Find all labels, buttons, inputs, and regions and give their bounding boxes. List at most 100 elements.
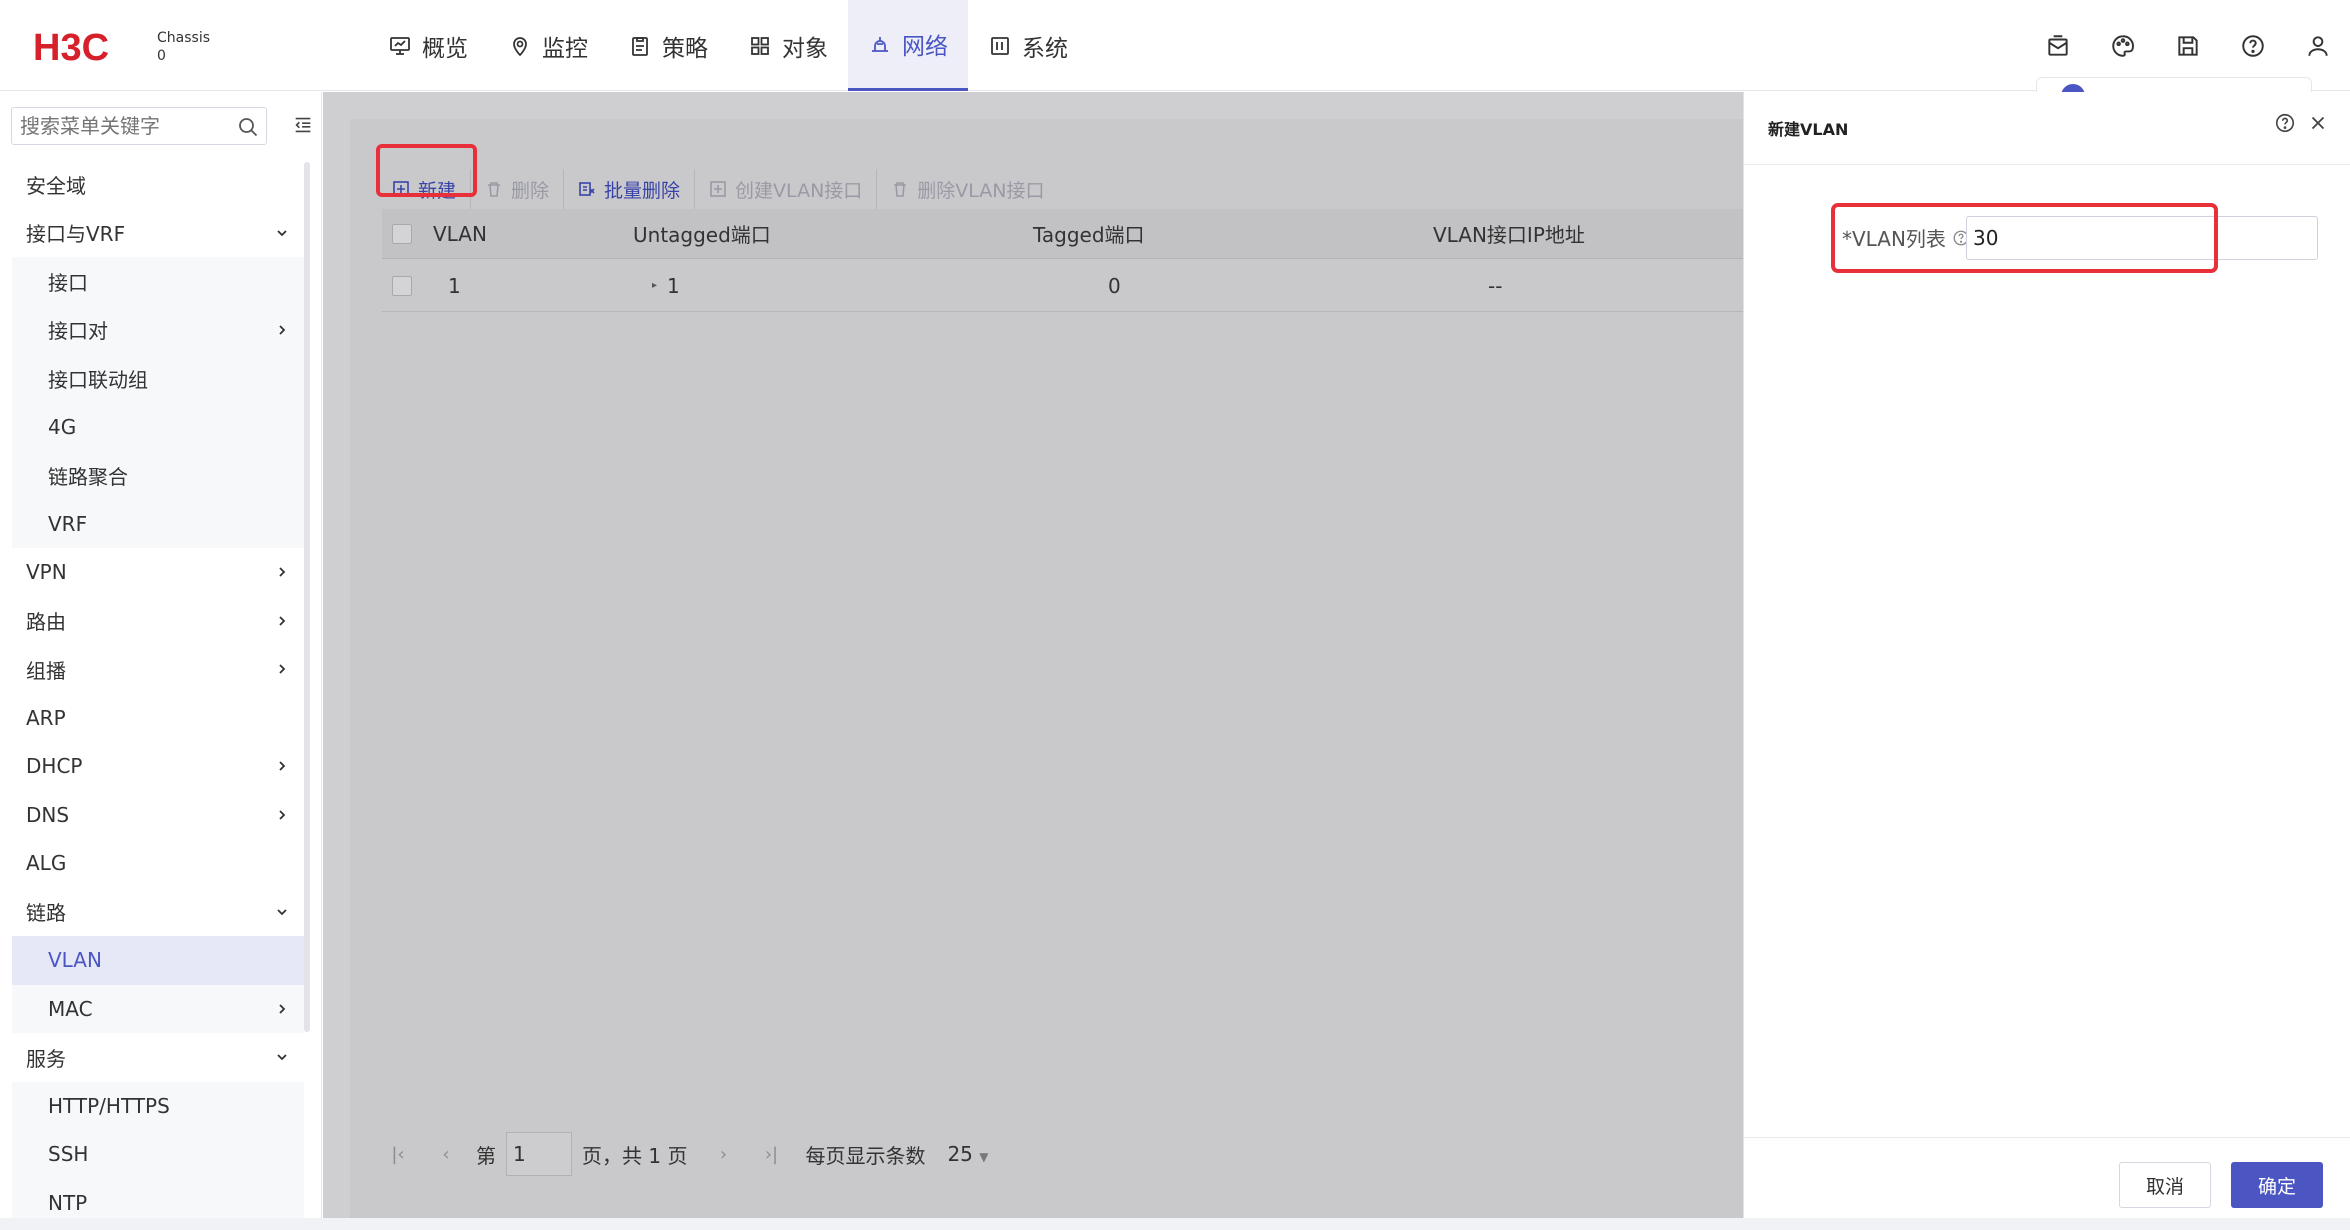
save-icon (2177, 35, 2198, 56)
top-header: H3C Chassis 0 概览 监控 策略 对象 网络 系统 (0, 0, 2350, 91)
column-vlan-ip[interactable]: VLAN接口IP地址 (1433, 219, 1585, 248)
page-prefix: 第 (476, 1143, 496, 1168)
column-tagged[interactable]: Tagged端口 (1033, 219, 1145, 248)
nav-policy[interactable]: 策略 (608, 0, 728, 91)
network-icon (872, 37, 888, 52)
sidebar-item-label: MAC (48, 996, 93, 1021)
sidebar: 安全域接口与VRF 接口接口对接口联动组 4G 链路聚合 VRF VPN 路由组播 ARP DH… (0, 92, 322, 1218)
nav-object-label: 对象 (782, 35, 828, 62)
page-suffix: 页，共 1 页 (582, 1143, 688, 1168)
sidebar-item-label: ARP (26, 705, 66, 730)
sidebar-item[interactable]: 接口 (12, 257, 304, 306)
nav-overview[interactable]: 概览 (368, 0, 488, 91)
chevron-down-icon (277, 230, 287, 237)
clipboard-icon (632, 36, 648, 56)
palette-icon (2111, 34, 2134, 57)
per-page-select[interactable]: 25 ▼ (947, 1142, 988, 1166)
sidebar-item-label: VLAN (48, 948, 102, 973)
chevron-right-icon (279, 810, 286, 820)
nav-network[interactable]: 网络 (848, 0, 968, 91)
vlan-field-highlight (1831, 203, 2218, 273)
first-page-icon[interactable]: |‹ (382, 1144, 414, 1165)
close-icon[interactable] (2307, 112, 2329, 134)
message-icon (2047, 34, 2068, 56)
user-icon (2307, 35, 2328, 56)
sidebar-item[interactable]: ARP (12, 694, 304, 743)
sidebar-item-label: 链路聚合 (48, 464, 128, 489)
plus-square-icon (710, 181, 726, 197)
cell-vlan-ip: -- (1488, 273, 1503, 298)
h3c-logo[interactable]: H3C (33, 28, 148, 66)
search-icon[interactable] (236, 115, 260, 139)
sidebar-item[interactable]: 接口与VRF (12, 209, 304, 258)
trash-icon (488, 182, 501, 197)
cancel-button[interactable]: 取消 (2119, 1162, 2211, 1208)
sidebar-item[interactable]: DNS (12, 791, 304, 840)
create-vlan-interface-button[interactable]: 创建VLAN接口 (695, 169, 878, 209)
confirm-button[interactable]: 确定 (2231, 1162, 2323, 1208)
sidebar-item[interactable]: 接口对 (12, 305, 304, 354)
sidebar-item[interactable]: SSH (12, 1130, 304, 1179)
svg-text:H3C: H3C (33, 28, 109, 66)
expand-caret-icon[interactable]: ▸ (652, 280, 657, 291)
delete-vlan-interface-button[interactable]: 删除VLAN接口 (877, 169, 1058, 209)
prev-page-icon[interactable]: ‹ (430, 1144, 462, 1165)
sidebar-item[interactable]: 组播 (12, 645, 304, 694)
page-number-input[interactable]: 1 (506, 1132, 572, 1176)
sidebar-item[interactable]: 服务 (12, 1033, 304, 1082)
sidebar-item[interactable]: VPN (12, 548, 304, 597)
sidebar-item-label: NTP (48, 1190, 88, 1215)
help-icon (2241, 34, 2264, 57)
nav-policy-label: 策略 (662, 35, 708, 62)
sidebar-item[interactable]: VRF (12, 499, 304, 548)
cell-untagged: ▸ 1 (652, 274, 680, 298)
sidebar-item[interactable]: 链路聚合 (12, 451, 304, 500)
sidebar-item-label: 组播 (26, 658, 66, 683)
monitor-icon (390, 36, 410, 55)
main-nav: 概览 监控 策略 对象 网络 系统 (368, 0, 1088, 91)
sidebar-scrollbar[interactable] (304, 162, 310, 1032)
help-icon[interactable] (2274, 112, 2296, 134)
system-icon (991, 36, 1009, 55)
row-checkbox[interactable] (392, 275, 412, 296)
nav-monitor[interactable]: 监控 (488, 0, 608, 91)
sidebar-item-label: VPN (26, 560, 67, 585)
column-untagged[interactable]: Untagged端口 (633, 219, 771, 248)
drawer-header: 新建VLAN (1744, 92, 2350, 165)
next-page-icon[interactable]: › (707, 1144, 739, 1165)
sidebar-item-label: 路由 (26, 610, 66, 635)
sidebar-item[interactable]: 接口联动组 (12, 354, 304, 403)
collapse-sidebar-icon[interactable] (292, 114, 314, 136)
cell-tagged: 0 (1108, 273, 1121, 298)
delete-button[interactable]: 删除 (471, 169, 565, 209)
sidebar-item-label: 接口与VRF (26, 222, 126, 247)
column-vlan[interactable]: VLAN (433, 222, 487, 246)
nav-system-label: 系统 (1022, 35, 1068, 62)
nav-monitor-label: 监控 (542, 35, 588, 62)
batch-delete-button[interactable]: 批量删除 (564, 169, 696, 209)
table-header: VLAN Untagged端口 Tagged端口 VLAN接口IP地址 (382, 209, 1743, 259)
sidebar-item-label: SSH (48, 1142, 89, 1167)
nav-object[interactable]: 对象 (728, 0, 848, 91)
sidebar-item[interactable]: ALG (12, 839, 304, 888)
sidebar-item[interactable]: 安全域 (12, 160, 304, 209)
sidebar-item[interactable]: NTP (12, 1178, 304, 1218)
bottom-strip (0, 1218, 2350, 1230)
select-all-checkbox[interactable] (392, 223, 412, 244)
sidebar-item[interactable]: 路由 (12, 597, 304, 646)
sidebar-item[interactable]: VLAN (12, 936, 304, 985)
sidebar-item[interactable]: MAC (12, 984, 304, 1033)
grid-icon (751, 36, 769, 55)
nav-system[interactable]: 系统 (968, 0, 1088, 91)
chevron-right-icon (279, 664, 286, 674)
main-content: 新建 删除 批量删除 创建VLAN接口 删除VLAN接口 VLAN Untagg… (323, 92, 1743, 1218)
device-label: Chassis 0 (157, 30, 210, 64)
menu-search-input[interactable] (12, 108, 232, 144)
sidebar-item[interactable]: HTTP/HTTPS (12, 1081, 304, 1130)
table-row[interactable]: 1 ▸ 1 0 -- (382, 260, 1743, 312)
sidebar-item[interactable]: 4G (12, 402, 304, 451)
last-page-icon[interactable]: ›| (755, 1144, 787, 1165)
sidebar-item[interactable]: DHCP (12, 742, 304, 791)
sidebar-item[interactable]: 链路 (12, 888, 304, 937)
sidebar-item-label: 接口 (48, 270, 88, 295)
